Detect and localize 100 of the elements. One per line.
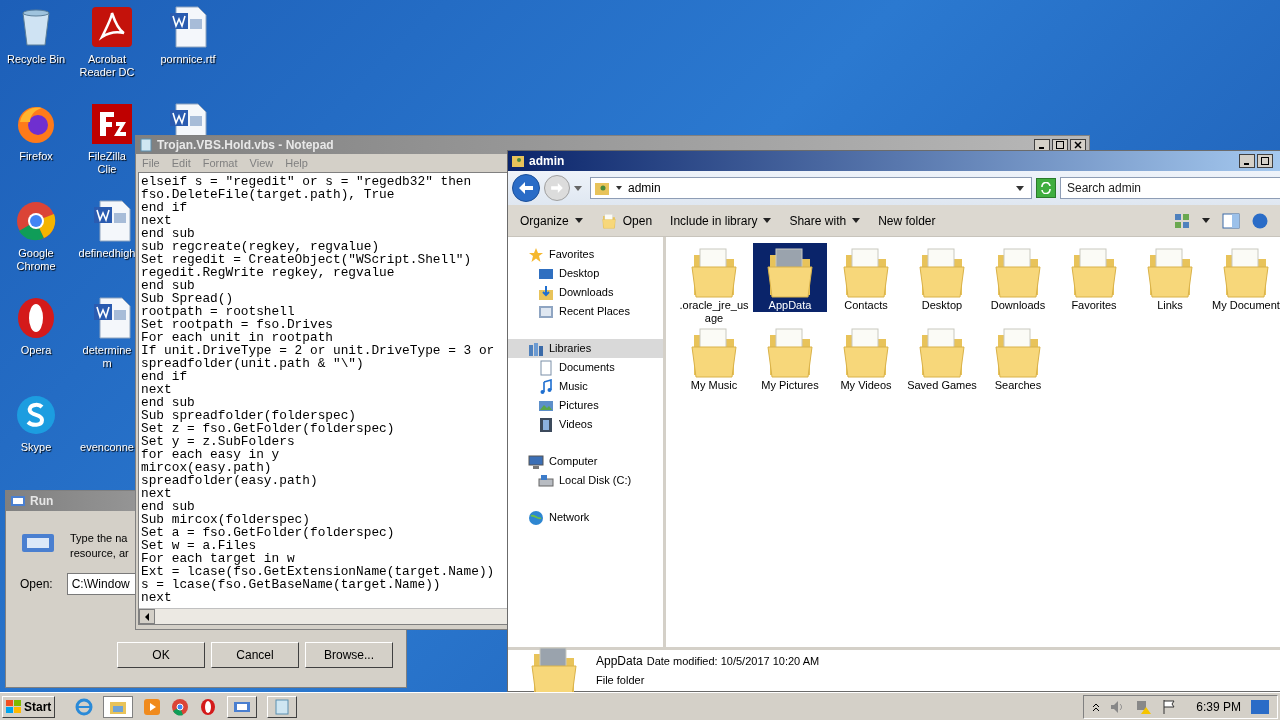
desktop-icon-label[interactable]: Firefox [0,150,72,163]
chevron-up-icon[interactable] [1092,701,1101,712]
close-button[interactable] [1070,139,1086,151]
preview-pane-icon[interactable] [1222,212,1240,229]
desktop-icon-label[interactable]: Recycle Bin [0,53,72,66]
folder-item[interactable]: My Pictures [752,323,828,403]
chrome-icon[interactable] [171,697,190,716]
folder-icon [918,245,966,299]
toolbar-button[interactable]: Include in library [670,211,772,230]
caret-icon[interactable] [1202,218,1210,223]
dialog-button[interactable]: Cancel [211,642,299,668]
nav-item[interactable]: Desktop [508,264,663,283]
folder-label: My Document [1211,299,1280,312]
film-icon [538,416,554,433]
toolbar-button[interactable]: Organize [520,211,583,230]
nav-item[interactable]: Pictures [508,396,663,415]
nav-item[interactable]: Local Disk (C:) [508,471,663,490]
code-line: Set z = fso.GetFolder(folderspec) [141,422,395,435]
start-button[interactable]: Start [2,695,56,718]
run-icon [10,495,26,507]
code-line: Sub Spread() [141,292,234,305]
help-icon[interactable] [1252,212,1268,229]
opera-icon[interactable] [199,697,218,716]
maximize-button[interactable] [1052,139,1068,151]
code-line: next [141,591,172,604]
desktop-icon-label[interactable]: Google Chrome [0,247,72,273]
folder-label: Favorites [1070,299,1118,312]
folder-item[interactable]: Searches [980,323,1056,403]
flag-icon[interactable] [1162,698,1177,715]
desktop-icon-label[interactable]: definedhigh [78,247,136,260]
code-line: Set rootpath = fso.Drives [141,318,333,331]
maximize-icon [1056,141,1064,149]
refresh-button[interactable] [1036,178,1056,198]
desktop-icon-label[interactable]: Acrobat Reader DC [78,53,136,79]
search-field[interactable]: Search admin [1060,177,1280,199]
desktop-icon-label[interactable]: evenconne [78,441,136,454]
folder-label: Desktop [920,299,964,312]
desktop-icon-label[interactable]: Opera [0,344,72,357]
nav-item[interactable]: Libraries [508,339,663,358]
folder-icon [994,245,1042,299]
caret-icon [616,186,622,190]
folder-icon [600,212,617,229]
maximize-button[interactable] [1257,154,1273,168]
prompt-text: resource, ar [70,546,129,561]
desktop-icon-label[interactable]: FileZilla Clie [78,150,136,176]
nav-item[interactable]: Computer [508,452,663,471]
folder-icon [766,245,814,299]
breadcrumb[interactable]: admin [628,179,661,197]
toolbar-button[interactable]: Share with [789,211,861,230]
code-line: next [141,383,172,396]
folder-item[interactable]: My Videos [828,323,904,403]
dialog-button[interactable]: OK [117,642,205,668]
folder-icon [690,325,738,379]
nav-item[interactable]: Network [508,508,663,527]
code-line: Set y = z.SubFolders [141,435,295,448]
toolbar-button[interactable]: New folder [878,211,936,230]
folder-item[interactable]: Favorites [1056,243,1132,323]
desktop-icon-label[interactable]: pornnice.rtf [152,53,224,66]
folder-item[interactable]: Links [1132,243,1208,323]
folder-item[interactable]: .oracle_jre_usage [676,243,752,323]
nav-item[interactable]: Videos [508,415,663,434]
code-line: for each easy in y [141,448,280,461]
folder-item[interactable]: Contacts [828,243,904,323]
prompt-text: Type the na [70,531,129,546]
folder-item[interactable]: My Music [676,323,752,403]
code-line: end sub [141,227,195,240]
nav-item[interactable]: Recent Places [508,302,663,321]
desktop-icon-label[interactable]: Skype [0,441,72,454]
folder-item[interactable]: Downloads [980,243,1056,323]
folder-icon [1222,245,1270,299]
nav-item[interactable]: Favorites [508,245,663,264]
window-title: Trojan.VBS.Hold.vbs - Notepad [157,137,334,154]
show-desktop-icon[interactable] [1251,699,1269,714]
nav-item[interactable]: Documents [508,358,663,377]
code-line: end if [141,370,188,383]
open-field[interactable]: C:\Window [66,573,137,595]
folder-label: Contacts [843,299,889,312]
folder-item[interactable]: Saved Games [904,323,980,403]
window-title: admin [529,153,565,170]
code-line: Set w = a.Files [141,539,257,552]
back-button[interactable] [512,174,540,202]
folder-user-icon [511,154,525,168]
toolbar-button[interactable]: Open [600,211,653,230]
dialog-button[interactable]: Browse... [305,642,393,668]
view-grid-icon[interactable] [1174,212,1190,229]
folder-item[interactable]: Desktop [904,243,980,323]
caret-icon [1016,185,1024,191]
folder-icon [766,325,814,379]
nav-item[interactable]: Music [508,377,663,396]
desktop-icon-label[interactable]: determinem [78,344,136,370]
acrobat-icon [90,5,134,49]
code-line: s = lcase(fso.GetBaseName(target.Name)) [141,578,441,591]
folder-item[interactable]: My Document [1208,243,1280,323]
address-bar[interactable]: admin [590,177,1032,199]
minimize-button[interactable] [1034,139,1050,151]
caret-icon [763,218,772,223]
code-line: end sub [141,396,195,409]
minimize-button[interactable] [1239,154,1255,168]
nav-item[interactable]: Downloads [508,283,663,302]
folder-label: .oracle_jre_usage [678,299,750,325]
